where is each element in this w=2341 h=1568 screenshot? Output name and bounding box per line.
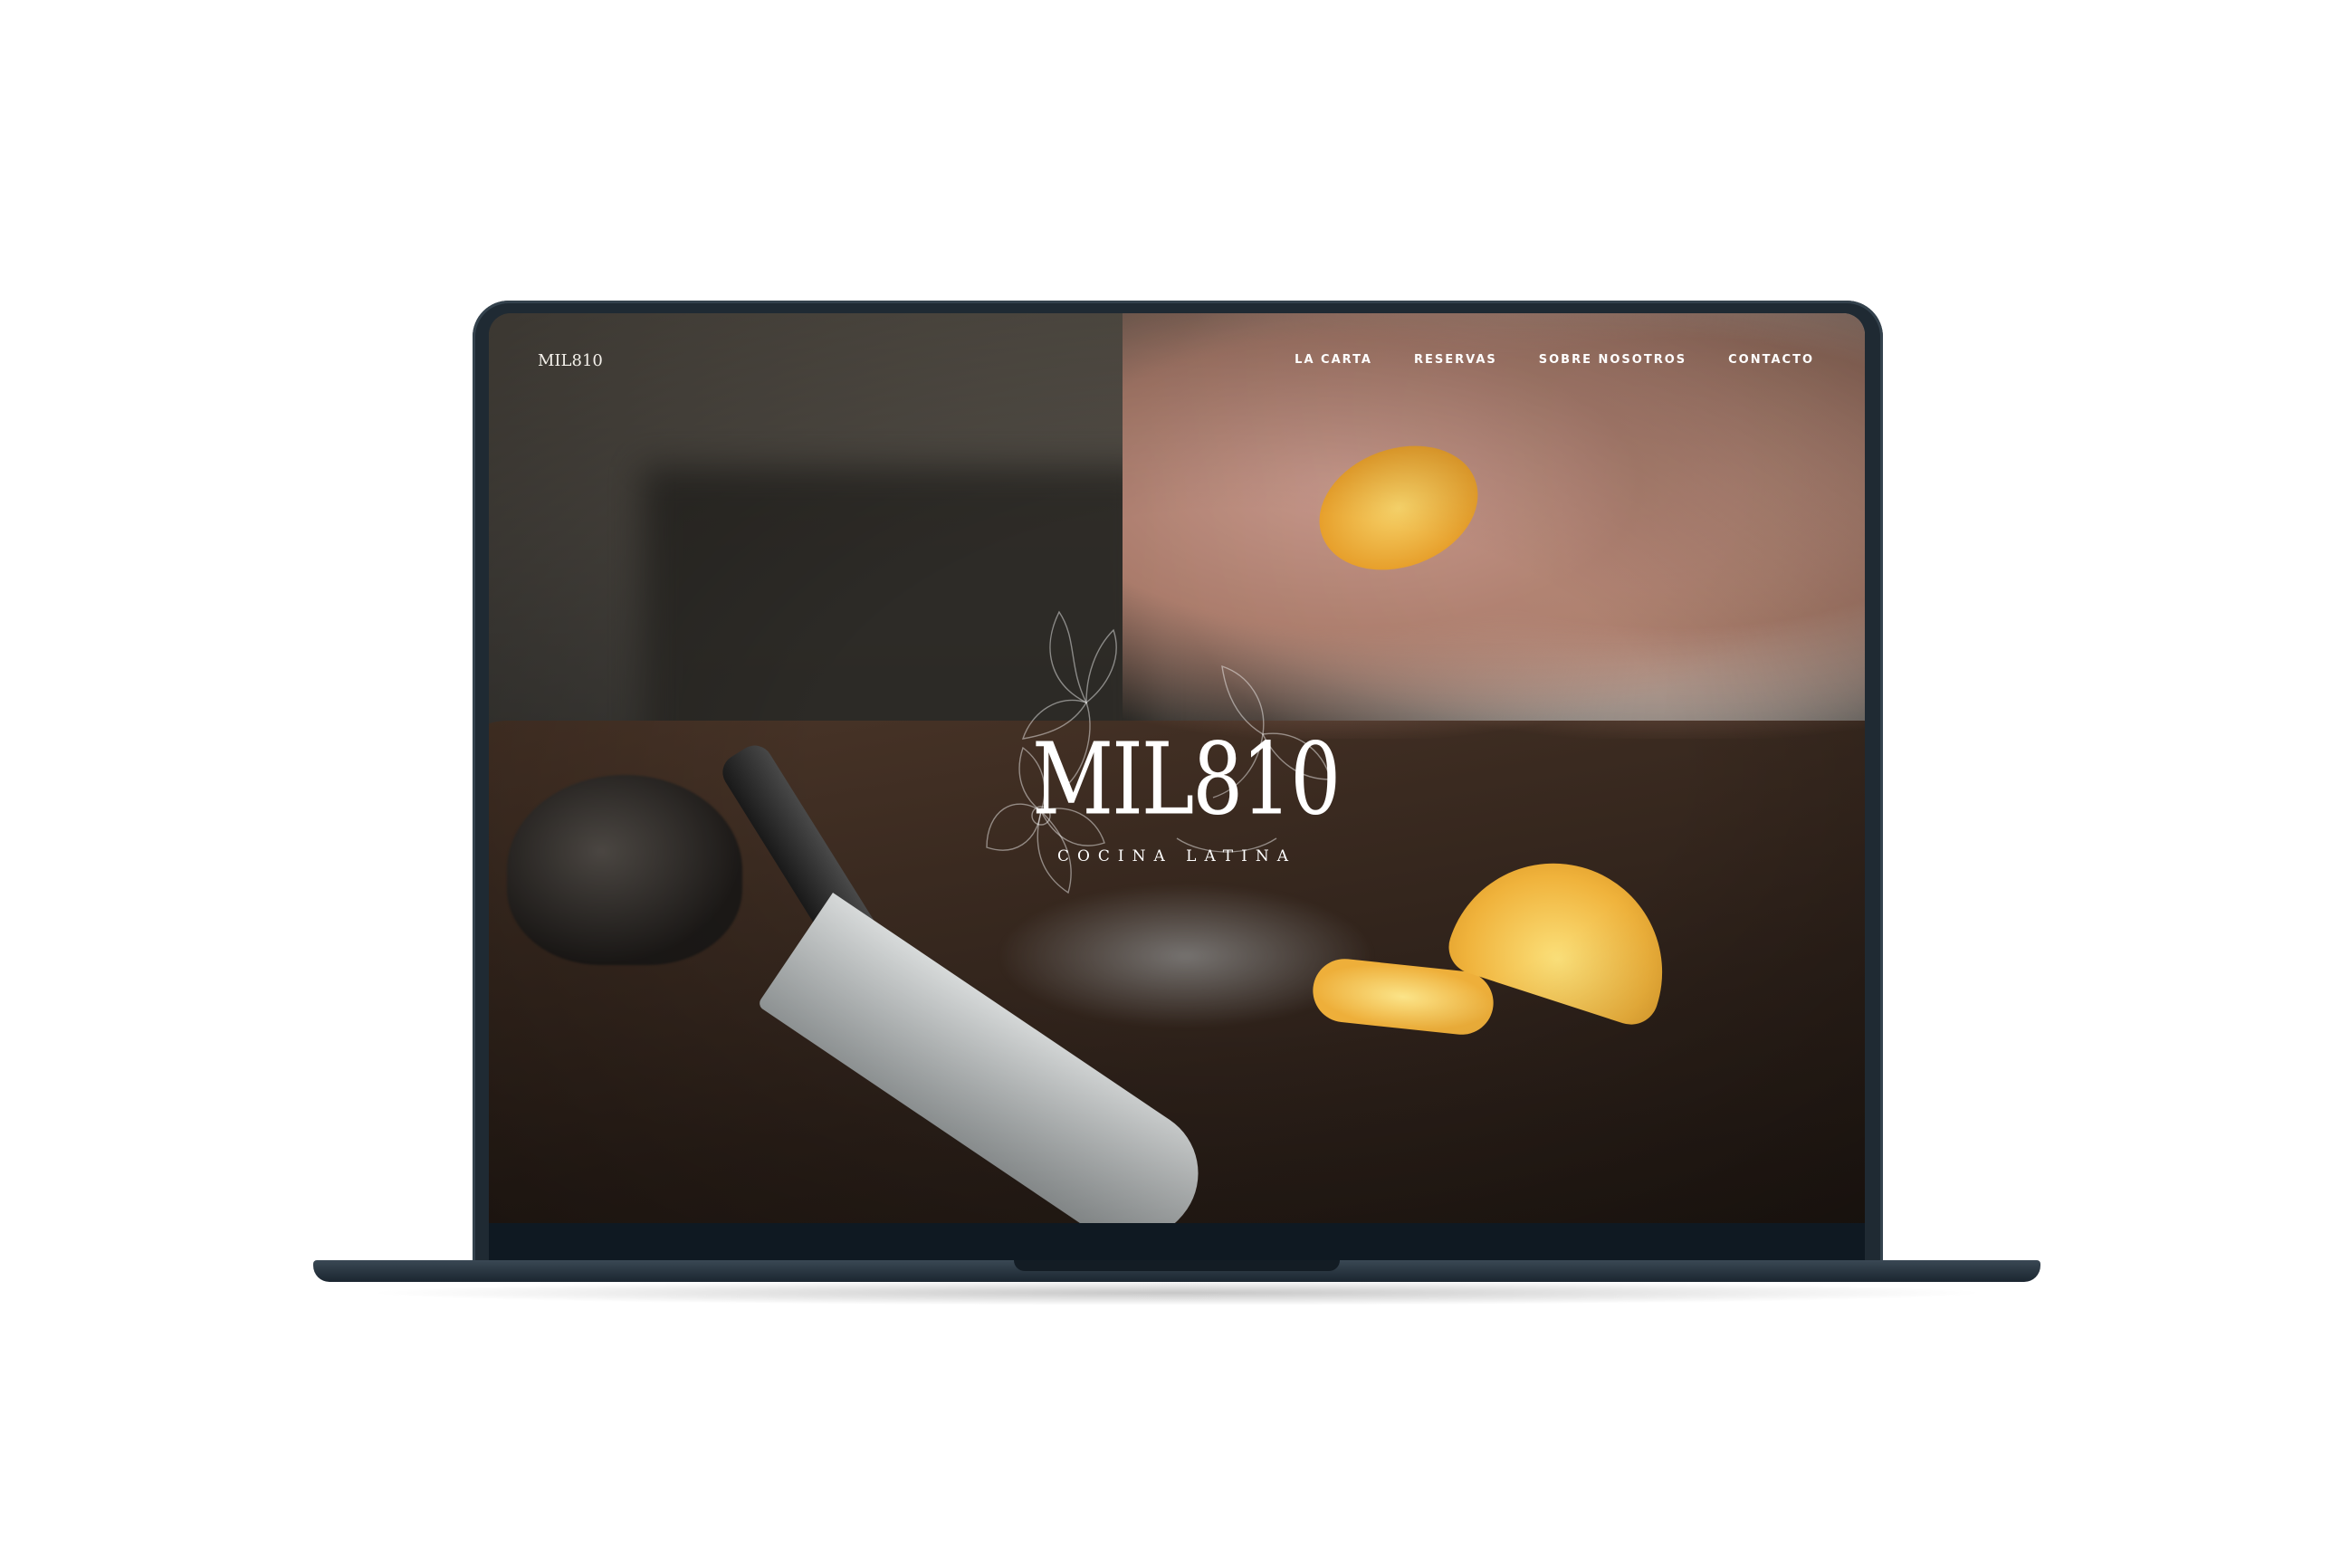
brand-name: MIL810 xyxy=(1032,721,1341,837)
main-nav: LA CARTA RESERVAS SOBRE NOSOTROS CONTACT… xyxy=(1295,353,1814,367)
brand-tagline: COCINA LATINA xyxy=(1056,847,1297,865)
site-logo[interactable]: MIL810 xyxy=(538,351,603,370)
nav-link-la-carta[interactable]: LA CARTA xyxy=(1295,353,1372,367)
laptop-shadow xyxy=(362,1280,1992,1305)
site-header: MIL810 LA CARTA RESERVAS SOBRE NOSOTROS … xyxy=(489,313,1865,377)
nav-link-contacto[interactable]: CONTACTO xyxy=(1728,353,1814,367)
mockup-stage: MIL810 LA CARTA RESERVAS SOBRE NOSOTROS … xyxy=(0,0,2341,1568)
laptop-screen-chin xyxy=(489,1223,1865,1261)
laptop-hinge-notch xyxy=(1014,1260,1340,1271)
hero-brand-mark: MIL810 COCINA LATINA xyxy=(986,610,1341,894)
nav-link-sobre-nosotros[interactable]: SOBRE NOSOTROS xyxy=(1539,353,1686,367)
laptop-screen: MIL810 LA CARTA RESERVAS SOBRE NOSOTROS … xyxy=(489,313,1865,1223)
nav-link-reservas[interactable]: RESERVAS xyxy=(1414,353,1497,367)
